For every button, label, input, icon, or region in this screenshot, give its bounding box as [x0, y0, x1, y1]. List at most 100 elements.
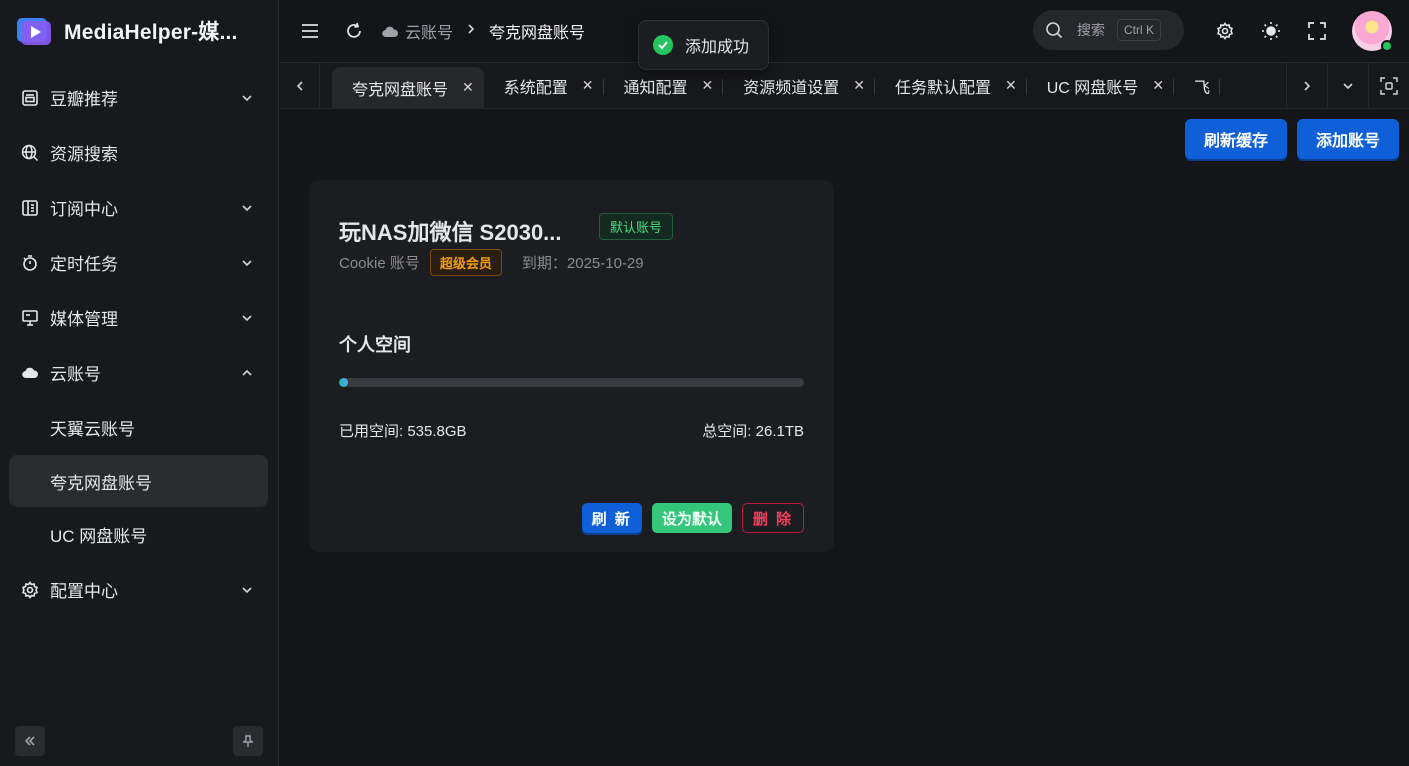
- media-monitor-icon: [20, 308, 40, 328]
- brand[interactable]: MediaHelper-媒...: [0, 0, 278, 62]
- tab-controls: [1286, 63, 1409, 108]
- tab-label: 通知配置: [623, 79, 688, 97]
- chevron-down-icon: [242, 94, 252, 101]
- search-box[interactable]: 搜索 Ctrl K: [1033, 10, 1184, 50]
- sidebar-item-label: 天翼云账号: [50, 420, 135, 439]
- tab-label: 飞: [1194, 79, 1211, 97]
- online-status-dot: [1381, 40, 1393, 52]
- success-toast: 添加成功: [638, 20, 769, 70]
- menu-toggle-button[interactable]: [299, 20, 321, 42]
- settings-button[interactable]: [1214, 20, 1236, 42]
- toast-message: 添加成功: [685, 39, 750, 56]
- sidebar-item-tasks[interactable]: 定时任务: [0, 235, 278, 290]
- chevron-down-icon: [242, 586, 252, 593]
- space-section-title: 个人空间: [339, 335, 411, 355]
- sidebar-item-media[interactable]: 媒体管理: [0, 290, 278, 345]
- sidebar-menu: 豆瓣推荐 资源搜索 订阅中心 定时任务 媒体管理 云账号 天翼云账号 夸克网盘账…: [0, 70, 278, 617]
- tab-bar: 夸克网盘账号 ✕ 系统配置 ✕ 通知配置 ✕ 资源频道设置 ✕ 任务默认配置 ✕…: [280, 62, 1409, 109]
- page-actions: 刷新缓存 添加账号: [1184, 119, 1399, 159]
- refresh-account-button[interactable]: 刷 新: [581, 503, 642, 533]
- chevron-right-icon: [1304, 80, 1311, 91]
- breadcrumb-parent[interactable]: 云账号: [381, 19, 453, 43]
- tab-label: 夸克网盘账号: [352, 81, 449, 99]
- sidebar-item-label: UC 网盘账号: [50, 527, 148, 546]
- avatar[interactable]: [1352, 11, 1393, 52]
- sidebar-footer: [15, 726, 263, 756]
- sidebar-item-label: 资源搜索: [50, 145, 118, 164]
- storage-progress-bar: [339, 378, 804, 387]
- tab-overflow[interactable]: 飞: [1174, 63, 1221, 108]
- tab-scroll-right-button[interactable]: [1286, 63, 1327, 108]
- card-actions: 刷 新 设为默认 删 除: [581, 503, 804, 533]
- close-icon[interactable]: ✕: [702, 77, 714, 94]
- sidebar-item-label: 定时任务: [50, 255, 118, 274]
- sidebar-item-uc[interactable]: UC 网盘账号: [0, 507, 278, 562]
- chevron-down-icon: [242, 259, 252, 266]
- globe-search-icon: [20, 143, 40, 163]
- account-name: 玩NAS加微信 S2030...: [339, 220, 562, 245]
- cloud-icon: [382, 26, 399, 38]
- douban-icon: [20, 88, 40, 108]
- sidebar-item-search[interactable]: 资源搜索: [0, 125, 278, 180]
- delete-account-button[interactable]: 删 除: [741, 503, 804, 533]
- account-meta: Cookie 账号 超级会员 到期：2025-10-29: [339, 249, 644, 276]
- fullscreen-icon: [1308, 22, 1326, 40]
- total-space: 总空间: 26.1TB: [702, 423, 804, 440]
- breadcrumb-current: 夸克网盘账号: [489, 25, 586, 42]
- app-title: MediaHelper-媒...: [64, 21, 238, 44]
- close-icon[interactable]: ✕: [853, 77, 865, 94]
- close-icon[interactable]: ✕: [1005, 77, 1017, 94]
- pin-sidebar-button[interactable]: [233, 726, 263, 756]
- fullscreen-button[interactable]: [1306, 20, 1328, 42]
- tab-label: 任务默认配置: [895, 79, 992, 97]
- tab-uc-account[interactable]: UC 网盘账号 ✕: [1027, 63, 1175, 108]
- refresh-cache-button[interactable]: 刷新缓存: [1184, 119, 1287, 159]
- top-header: 云账号 夸克网盘账号 搜索 Ctrl K: [280, 0, 1409, 62]
- sidebar-item-label: 配置中心: [50, 582, 118, 601]
- collapse-sidebar-button[interactable]: [15, 726, 45, 756]
- reload-button[interactable]: [343, 20, 365, 42]
- sidebar-item-cloud[interactable]: 云账号: [0, 345, 278, 400]
- cloud-icon: [20, 363, 40, 383]
- tab-maximize-button[interactable]: [1368, 63, 1409, 108]
- tab-menu-button[interactable]: [1327, 63, 1368, 108]
- set-default-button[interactable]: 设为默认: [651, 503, 732, 533]
- sidebar-item-label: 媒体管理: [50, 310, 118, 329]
- sidebar-item-douban[interactable]: 豆瓣推荐: [0, 70, 278, 125]
- timer-icon: [20, 253, 40, 273]
- sidebar-item-config[interactable]: 配置中心: [0, 562, 278, 617]
- close-icon[interactable]: ✕: [1152, 77, 1164, 94]
- chevron-left-icon: [296, 80, 303, 91]
- tab-list: 夸克网盘账号 ✕ 系统配置 ✕ 通知配置 ✕ 资源频道设置 ✕ 任务默认配置 ✕…: [320, 63, 1286, 108]
- tab-label: UC 网盘账号: [1046, 79, 1139, 97]
- tab-label: 系统配置: [503, 79, 568, 97]
- sidebar-item-label: 夸克网盘账号: [50, 473, 152, 493]
- tab-task-default[interactable]: 任务默认配置 ✕: [875, 63, 1027, 108]
- sidebar: MediaHelper-媒... 豆瓣推荐 资源搜索 订阅中心 定时任务 媒体管…: [0, 0, 279, 766]
- account-type: Cookie 账号: [339, 255, 420, 272]
- check-circle-icon: [653, 35, 673, 55]
- sidebar-item-quark[interactable]: 夸克网盘账号: [9, 455, 268, 507]
- breadcrumb: 云账号 夸克网盘账号: [381, 19, 585, 43]
- expire-date: 到期：2025-10-29: [521, 255, 644, 272]
- search-icon: [1046, 22, 1063, 39]
- tab-quark-account[interactable]: 夸克网盘账号 ✕: [332, 67, 484, 108]
- gear-icon: [20, 580, 40, 600]
- sidebar-item-subscription[interactable]: 订阅中心: [0, 180, 278, 235]
- close-icon[interactable]: ✕: [462, 79, 474, 96]
- maximize-icon: [1380, 76, 1398, 95]
- tab-scroll-left-button[interactable]: [280, 63, 320, 108]
- double-chevron-left-icon: [24, 736, 35, 746]
- tab-label: 资源频道设置: [743, 79, 840, 97]
- hamburger-icon: [302, 24, 318, 38]
- sun-icon: [1262, 22, 1280, 40]
- theme-toggle-button[interactable]: [1260, 20, 1282, 42]
- tab-system-config[interactable]: 系统配置 ✕: [484, 63, 604, 108]
- sidebar-item-label: 订阅中心: [50, 200, 118, 219]
- sidebar-item-tianyi[interactable]: 天翼云账号: [0, 400, 278, 455]
- chevron-up-icon: [242, 369, 252, 376]
- add-account-button[interactable]: 添加账号: [1296, 119, 1399, 159]
- close-icon[interactable]: ✕: [582, 77, 594, 94]
- refresh-icon: [347, 22, 361, 38]
- chevron-down-icon: [242, 204, 252, 211]
